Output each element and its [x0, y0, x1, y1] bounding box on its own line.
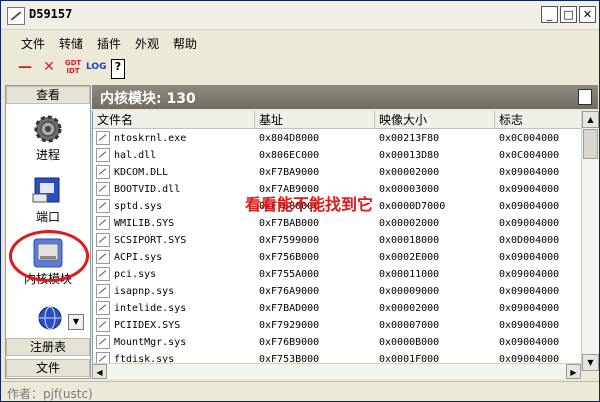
menu-appearance[interactable]: 外观 — [135, 35, 159, 52]
table-row[interactable]: ACPI.sys 0xF756B000 0x0002E000 0x09004000 — [93, 249, 582, 266]
column-header-flags[interactable]: 标志 — [495, 111, 582, 129]
app-icon — [7, 7, 25, 25]
menu-bar: 文件 转储 插件 外观 帮助 — [1, 30, 599, 54]
globe-icon[interactable] — [38, 306, 62, 333]
file-icon — [96, 284, 110, 298]
file-icon — [96, 148, 110, 162]
gdt-idt-button[interactable]: GDT IDT — [64, 59, 82, 77]
table-row[interactable]: MountMgr.sys 0xF76B9000 0x0000B000 0x09004… — [93, 334, 582, 351]
file-icon — [96, 131, 110, 145]
table-row[interactable]: intelide.sys 0xF7BAD000 0x00002000 0x09004… — [93, 300, 582, 317]
scroll-down-button[interactable]: ▼ — [582, 354, 599, 371]
table-row[interactable]: KDCOM.DLL 0xF7BA9000 0x00002000 0x09004000 — [93, 164, 582, 181]
file-icon — [96, 318, 110, 332]
column-header-filename[interactable]: 文件名 — [93, 111, 255, 129]
file-icon — [96, 182, 110, 196]
sidebar-registry-button[interactable]: 注册表 — [6, 338, 90, 356]
module-table: 文件名 基址 映像大小 标志 ntoskrnl.exe 0x804D8000 0x… — [92, 111, 582, 371]
title-bar[interactable]: D59157 _ □ ✕ — [1, 1, 599, 30]
file-icon — [96, 199, 110, 213]
column-header-base-address[interactable]: 基址 — [255, 111, 375, 129]
table-row[interactable]: WMILIB.SYS 0xF7BAB000 0x00002000 0x0900400… — [93, 215, 582, 232]
panel-title: 内核模块: 130 — [100, 91, 196, 107]
table-row[interactable]: hal.dll 0x806EC000 0x00013D80 0x0C004000 — [93, 147, 582, 164]
vertical-scrollbar[interactable]: ▲ ▼ — [581, 111, 599, 371]
close-tool-button[interactable]: ✕ — [41, 59, 57, 77]
annotation-text: 看看能不能找到它 — [245, 195, 374, 214]
file-icon — [96, 165, 110, 179]
log-button[interactable]: LOG — [86, 59, 106, 77]
horizontal-scrollbar[interactable]: ◀ ▶ — [92, 363, 581, 379]
gear-icon[interactable] — [24, 112, 72, 149]
table-row[interactable]: isapnp.sys 0xF76A9000 0x00009000 0x0900400… — [93, 283, 582, 300]
toolbar: — ✕ GDT IDT LOG ? — [1, 55, 599, 81]
table-row[interactable]: pci.sys 0xF755A000 0x00011000 0x09004000 — [93, 266, 582, 283]
close-button[interactable]: ✕ — [579, 6, 596, 23]
table-row[interactable]: ntoskrnl.exe 0x804D8000 0x00213F80 0x0C004… — [93, 130, 582, 147]
highlight-circle — [9, 230, 89, 282]
minus-tool-button[interactable]: — — [17, 59, 33, 77]
maximize-button[interactable]: □ — [560, 6, 577, 23]
status-bar: 作者：pjf(ustc) — [1, 381, 599, 401]
sidebar-item-processes[interactable]: 进程 — [6, 146, 90, 163]
file-icon — [96, 301, 110, 315]
file-icon — [96, 250, 110, 264]
file-icon — [96, 335, 110, 349]
file-icon — [96, 267, 110, 281]
help-button[interactable]: ? — [111, 59, 125, 79]
minimize-button[interactable]: _ — [541, 6, 558, 23]
save-icon[interactable] — [578, 89, 592, 105]
scroll-thumb[interactable] — [583, 129, 598, 159]
scroll-up-button[interactable]: ▲ — [582, 111, 599, 128]
sidebar-view-header[interactable]: 查看 — [6, 86, 90, 104]
table-row[interactable]: PCIIDEX.SYS 0xF7929000 0x00007000 0x090040… — [93, 317, 582, 334]
panel-header: 内核模块: 130 — [92, 85, 598, 109]
scroll-right-button[interactable]: ▶ — [566, 364, 581, 379]
author-label: 作者：pjf(ustc) — [7, 387, 93, 401]
sidebar-files-button[interactable]: 文件 — [6, 359, 90, 377]
window-title: D59157 — [29, 7, 73, 21]
file-icon — [96, 233, 110, 247]
menu-dump[interactable]: 转储 — [59, 35, 83, 52]
menu-file[interactable]: 文件 — [21, 35, 45, 52]
main-window: D59157 _ □ ✕ 文件 转储 插件 外观 帮助 — ✕ GDT IDT … — [0, 0, 600, 402]
scroll-left-button[interactable]: ◀ — [92, 364, 107, 379]
menu-plugins[interactable]: 插件 — [97, 35, 121, 52]
network-port-icon[interactable] — [24, 174, 72, 211]
file-icon — [96, 216, 110, 230]
sidebar-item-ports[interactable]: 端口 — [6, 208, 90, 225]
table-row[interactable]: SCSIPORT.SYS 0xF7599000 0x00018000 0x0D004… — [93, 232, 582, 249]
chevron-down-icon[interactable]: ▼ — [68, 314, 84, 330]
column-header-image-size[interactable]: 映像大小 — [375, 111, 495, 129]
menu-help[interactable]: 帮助 — [173, 35, 197, 52]
